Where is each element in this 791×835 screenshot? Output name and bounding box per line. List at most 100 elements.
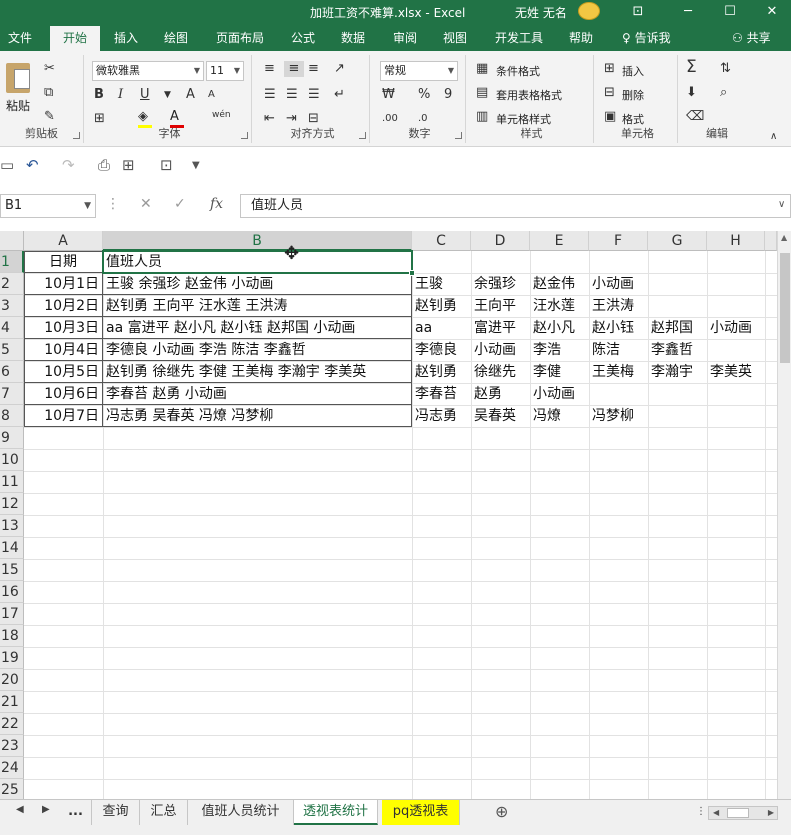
row-header-5[interactable]: 5 xyxy=(0,339,24,361)
cell-d8[interactable]: 吴春英 xyxy=(471,405,519,427)
cell-g6[interactable]: 李瀚宇 xyxy=(648,361,696,383)
scroll-up-icon[interactable]: ▲ xyxy=(781,233,787,242)
cell-b6[interactable]: 赵钊勇 徐继先 李健 王美梅 李瀚宇 李美英 xyxy=(103,361,412,383)
cell-c2[interactable]: 王骏 xyxy=(412,273,446,295)
font-increase-icon[interactable]: A xyxy=(186,87,195,103)
more-sheets-button[interactable]: ... xyxy=(60,800,92,825)
align-right-icon[interactable]: ☰ xyxy=(308,87,320,103)
cell-f2[interactable]: 小动画 xyxy=(589,273,637,295)
alignment-launcher-icon[interactable] xyxy=(359,132,366,139)
cell-d6[interactable]: 徐继先 xyxy=(471,361,519,383)
fill-color-icon[interactable]: ◈ xyxy=(138,109,148,125)
cell-d3[interactable]: 王向平 xyxy=(471,295,519,317)
cell-h4[interactable]: 小动画 xyxy=(707,317,755,339)
sheet-tab-pivot-stats[interactable]: 透视表统计 xyxy=(294,800,378,825)
clear-icon[interactable]: ⌫ xyxy=(686,109,704,125)
tab-developer[interactable]: 开发工具 xyxy=(486,26,552,51)
find-select-icon[interactable]: ⌕ xyxy=(720,85,727,101)
vertical-scrollbar[interactable]: ▲ xyxy=(777,231,791,799)
tab-draw[interactable]: 绘图 xyxy=(154,26,198,51)
align-bottom-icon[interactable]: ≡ xyxy=(308,61,319,77)
cell-d5[interactable]: 小动画 xyxy=(471,339,519,361)
underline-dropdown-icon[interactable]: ▼ xyxy=(164,87,171,103)
pivot-icon[interactable]: ⊡ xyxy=(160,156,173,174)
close-icon[interactable]: ✕ xyxy=(752,0,791,26)
cut-icon[interactable]: ✂ xyxy=(44,61,55,77)
row-header-20[interactable]: 20 xyxy=(0,669,24,691)
percent-button[interactable]: % xyxy=(418,87,430,103)
tab-home[interactable]: 开始 xyxy=(50,26,100,51)
row-header-4[interactable]: 4 xyxy=(0,317,24,339)
orientation-icon[interactable]: ↗ xyxy=(334,61,345,77)
font-size-select[interactable]: 11 ▼ xyxy=(206,61,244,81)
tab-insert[interactable]: 插入 xyxy=(104,26,148,51)
cell-c5[interactable]: 李德良 xyxy=(412,339,460,361)
column-header-g[interactable]: G xyxy=(648,231,707,251)
cell-f4[interactable]: 赵小钰 xyxy=(589,317,637,339)
cell-a6[interactable]: 10月5日 xyxy=(24,361,103,383)
row-header-7[interactable]: 7 xyxy=(0,383,24,405)
row-header-2[interactable]: 2 xyxy=(0,273,24,295)
cell-e8[interactable]: 冯燎 xyxy=(530,405,564,427)
row-header-6[interactable]: 6 xyxy=(0,361,24,383)
cell-a7[interactable]: 10月6日 xyxy=(24,383,103,405)
cell-g5[interactable]: 李鑫哲 xyxy=(648,339,696,361)
next-sheet-icon[interactable]: ▶ xyxy=(42,804,50,815)
column-header-h[interactable]: H xyxy=(707,231,765,251)
redo-icon[interactable]: ↷ xyxy=(62,156,75,174)
align-left-icon[interactable]: ☰ xyxy=(264,87,276,103)
currency-icon[interactable]: ₩ xyxy=(382,87,395,103)
tab-help[interactable]: 帮助 xyxy=(560,26,602,51)
ribbon-display-options-icon[interactable]: ⊡ xyxy=(618,0,658,26)
align-middle-icon[interactable]: ≡ xyxy=(284,61,304,77)
font-color-icon[interactable]: A xyxy=(170,109,179,125)
align-top-icon[interactable]: ≡ xyxy=(264,61,275,77)
clipboard-launcher-icon[interactable] xyxy=(73,132,80,139)
row-header-22[interactable]: 22 xyxy=(0,713,24,735)
sheet-tab-staff-stats[interactable]: 值班人员统计 xyxy=(188,800,294,825)
column-header-b[interactable]: B xyxy=(103,231,412,251)
cell-b5[interactable]: 李德良 小动画 李浩 陈洁 李鑫哲 xyxy=(103,339,412,361)
bold-button[interactable]: B xyxy=(94,87,104,103)
cell-f3[interactable]: 王洪涛 xyxy=(589,295,637,317)
sheet-tab-query[interactable]: 查询 xyxy=(92,800,140,825)
row-header-8[interactable]: 8 xyxy=(0,405,24,427)
vertical-scroll-thumb[interactable] xyxy=(780,253,790,363)
select-all-corner[interactable] xyxy=(0,231,24,251)
tab-file[interactable]: 文件 xyxy=(0,26,40,51)
share-button[interactable]: ⚇ 共享 xyxy=(732,26,771,51)
number-launcher-icon[interactable] xyxy=(455,132,462,139)
cell-a4[interactable]: 10月3日 xyxy=(24,317,103,339)
tell-me-search[interactable]: ♀ 告诉我 xyxy=(622,26,671,51)
undo-icon[interactable]: ↶ xyxy=(26,156,39,174)
align-center-icon[interactable]: ☰ xyxy=(286,87,298,103)
cell-e3[interactable]: 汪水莲 xyxy=(530,295,578,317)
column-header-f[interactable]: F xyxy=(589,231,648,251)
italic-button[interactable]: I xyxy=(118,87,123,103)
row-header-24[interactable]: 24 xyxy=(0,757,24,779)
worksheet-grid[interactable]: A B C D E F G H 1 2 3 4 5 6 7 8 9 10 11 … xyxy=(0,231,791,799)
row-header-11[interactable]: 11 xyxy=(0,471,24,493)
prev-sheet-icon[interactable]: ◀ xyxy=(16,804,24,815)
horizontal-scrollbar[interactable]: ◀ ▶ xyxy=(708,806,778,820)
horizontal-scroll-thumb[interactable] xyxy=(727,808,749,818)
row-header-3[interactable]: 3 xyxy=(0,295,24,317)
cell-a8[interactable]: 10月7日 xyxy=(24,405,103,427)
row-header-23[interactable]: 23 xyxy=(0,735,24,757)
cell-b8[interactable]: 冯志勇 吴春英 冯燎 冯梦柳 xyxy=(103,405,412,427)
font-launcher-icon[interactable] xyxy=(241,132,248,139)
column-header-d[interactable]: D xyxy=(471,231,530,251)
cell-a2[interactable]: 10月1日 xyxy=(24,273,103,295)
name-box[interactable]: B1 ▼ xyxy=(0,194,96,218)
enter-icon[interactable]: ✓ xyxy=(174,196,186,212)
cell-b7[interactable]: 李春苔 赵勇 小动画 xyxy=(103,383,412,405)
cell-e2[interactable]: 赵金伟 xyxy=(530,273,578,295)
cell-g4[interactable]: 赵邦国 xyxy=(648,317,696,339)
format-painter-icon[interactable]: ✎ xyxy=(44,109,55,125)
row-header-16[interactable]: 16 xyxy=(0,581,24,603)
fill-icon[interactable]: ⬇ xyxy=(686,85,697,101)
comma-style-button[interactable]: 9 xyxy=(444,87,452,103)
add-sheet-icon[interactable]: ⊕ xyxy=(495,802,508,821)
scroll-right-icon[interactable]: ▶ xyxy=(768,808,774,817)
row-header-21[interactable]: 21 xyxy=(0,691,24,713)
